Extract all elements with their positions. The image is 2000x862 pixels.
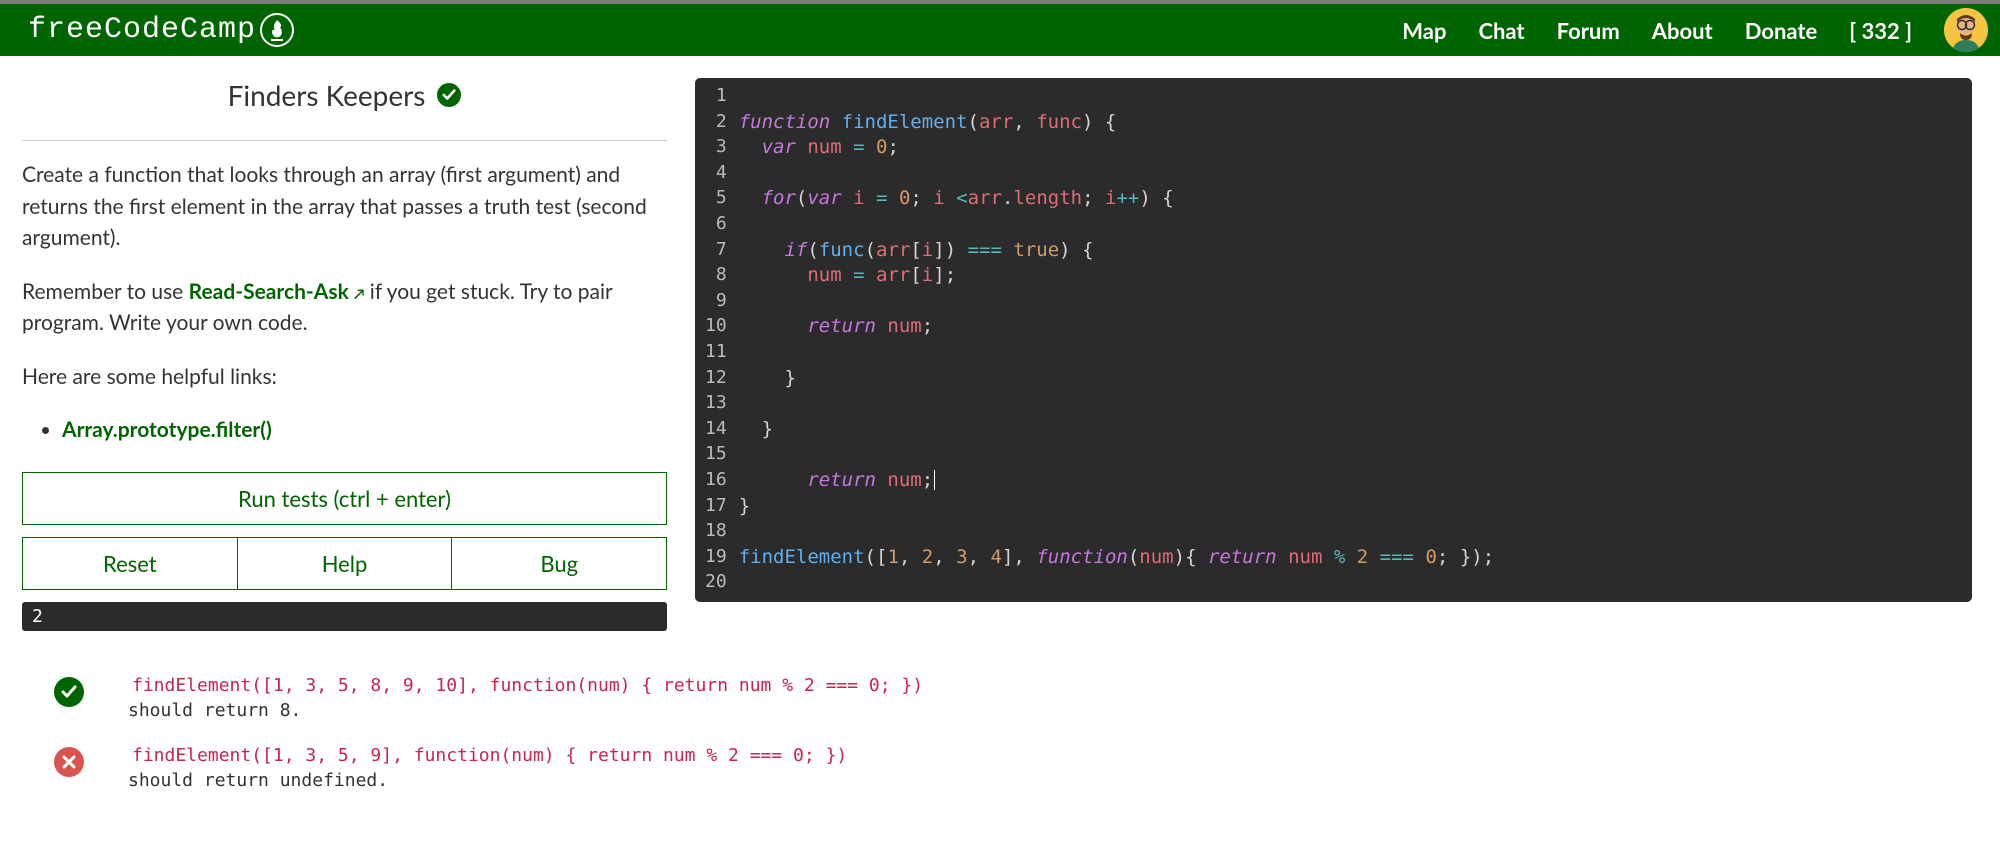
fire-icon <box>260 13 294 47</box>
test-expect: should return undefined. <box>128 770 388 791</box>
helpful-links-label: Here are some helpful links: <box>22 361 667 393</box>
test-row: findElement([1, 3, 5, 8, 9, 10], functio… <box>54 673 667 723</box>
list-item: Array.prototype.filter() <box>62 414 667 446</box>
line-gutter: 1234567891011121314151617181920 <box>695 78 735 602</box>
brand-text: freeCodeCamp <box>28 13 256 47</box>
code-editor[interactable]: 1234567891011121314151617181920 function… <box>695 78 1972 602</box>
help-button[interactable]: Help <box>238 537 453 590</box>
test-row: findElement([1, 3, 5, 9], function(num) … <box>54 743 667 793</box>
read-search-ask-link[interactable]: Read-Search-Ask ↗ <box>189 279 365 304</box>
brand-logo[interactable]: freeCodeCamp <box>28 13 294 47</box>
nav-forum[interactable]: Forum <box>1557 17 1620 44</box>
top-navbar: freeCodeCamp Map Chat Forum About Donate… <box>0 0 2000 56</box>
desc-p2-pre: Remember to use <box>22 279 189 304</box>
console-output: 2 <box>22 602 667 631</box>
nav-chat[interactable]: Chat <box>1478 17 1524 44</box>
test-pass-icon <box>54 677 84 707</box>
run-tests-button[interactable]: Run tests (ctrl + enter) <box>22 472 667 525</box>
divider <box>22 140 667 141</box>
test-fail-icon <box>54 747 84 777</box>
challenge-panel: Finders Keepers Create a function that l… <box>0 56 695 813</box>
test-results: findElement([1, 3, 5, 8, 9, 10], functio… <box>22 673 667 794</box>
external-link-icon: ↗ <box>354 285 365 302</box>
code-area[interactable]: function findElement(arr, func) { var nu… <box>735 78 1506 602</box>
bug-button[interactable]: Bug <box>452 537 667 590</box>
completed-check-icon <box>437 83 461 107</box>
rsa-text: Read-Search-Ask <box>189 279 349 304</box>
brownie-points[interactable]: [ 332 ] <box>1849 17 1912 44</box>
helpful-links-list: Array.prototype.filter() <box>22 414 667 446</box>
challenge-title: Finders Keepers <box>228 78 426 112</box>
avatar-icon <box>1944 8 1988 52</box>
editor-panel: 1234567891011121314151617181920 function… <box>695 56 2000 813</box>
description-p1: Create a function that looks through an … <box>22 159 667 254</box>
reset-button[interactable]: Reset <box>22 537 238 590</box>
nav-donate[interactable]: Donate <box>1745 17 1818 44</box>
description-p2: Remember to use Read-Search-Ask ↗ if you… <box>22 276 667 339</box>
helpful-link[interactable]: Array.prototype.filter() <box>62 417 272 442</box>
challenge-description: Create a function that looks through an … <box>22 159 667 446</box>
avatar[interactable] <box>1944 8 1988 52</box>
challenge-title-row: Finders Keepers <box>22 78 667 112</box>
nav-links: Map Chat Forum About Donate [ 332 ] <box>1402 8 1988 52</box>
nav-map[interactable]: Map <box>1402 17 1446 44</box>
nav-about[interactable]: About <box>1652 17 1713 44</box>
test-expect: should return 8. <box>128 700 301 721</box>
action-buttons: Run tests (ctrl + enter) Reset Help Bug <box>22 472 667 590</box>
